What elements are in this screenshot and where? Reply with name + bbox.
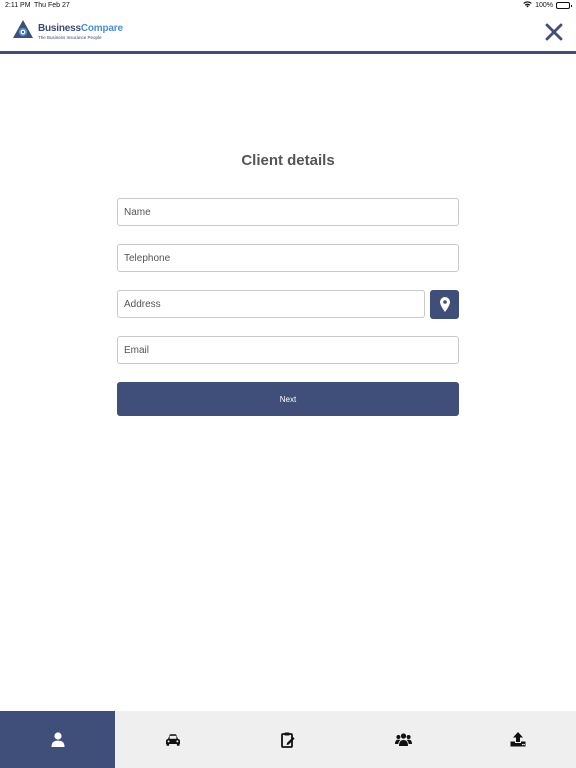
user-icon bbox=[51, 732, 65, 747]
name-field[interactable] bbox=[117, 198, 459, 226]
brand-tagline: The Business Insurance People bbox=[38, 35, 102, 40]
close-icon bbox=[545, 23, 563, 41]
next-button[interactable]: Next bbox=[117, 382, 459, 416]
upload-icon bbox=[510, 732, 526, 747]
header-divider bbox=[0, 51, 576, 54]
status-bar: 2:11 PM Thu Feb 27 100% bbox=[0, 0, 576, 12]
brand-name: BusinessCompare bbox=[38, 23, 123, 34]
app-header: BusinessCompare The Business Insurance P… bbox=[0, 14, 576, 51]
status-indicators: 100% bbox=[523, 1, 572, 10]
page-title: Client details bbox=[241, 152, 335, 169]
tab-submit[interactable] bbox=[461, 711, 576, 768]
location-button[interactable] bbox=[430, 290, 459, 319]
battery-percent: 100% bbox=[535, 2, 553, 9]
clipboard-edit-icon bbox=[281, 732, 295, 748]
tab-policy[interactable] bbox=[230, 711, 345, 768]
close-button[interactable] bbox=[544, 22, 564, 42]
address-field[interactable] bbox=[117, 290, 425, 318]
status-time: 2:11 PM bbox=[5, 2, 31, 9]
logo: BusinessCompare The Business Insurance P… bbox=[13, 20, 123, 43]
wifi-icon bbox=[523, 1, 532, 10]
battery-icon bbox=[556, 2, 572, 9]
tab-contacts[interactable] bbox=[346, 711, 461, 768]
brand-name-accent: Compare bbox=[80, 23, 123, 34]
bottom-tab-bar bbox=[0, 711, 576, 768]
tab-client[interactable] bbox=[0, 711, 116, 768]
group-icon bbox=[394, 733, 412, 746]
brand-name-primary: Business bbox=[38, 23, 81, 34]
logo-mark-icon bbox=[13, 20, 33, 43]
map-pin-icon bbox=[439, 297, 450, 312]
car-icon bbox=[165, 733, 180, 746]
email-field[interactable] bbox=[117, 336, 459, 364]
telephone-field[interactable] bbox=[117, 244, 459, 272]
status-date: Thu Feb 27 bbox=[34, 2, 70, 9]
tab-vehicle[interactable] bbox=[115, 711, 230, 768]
